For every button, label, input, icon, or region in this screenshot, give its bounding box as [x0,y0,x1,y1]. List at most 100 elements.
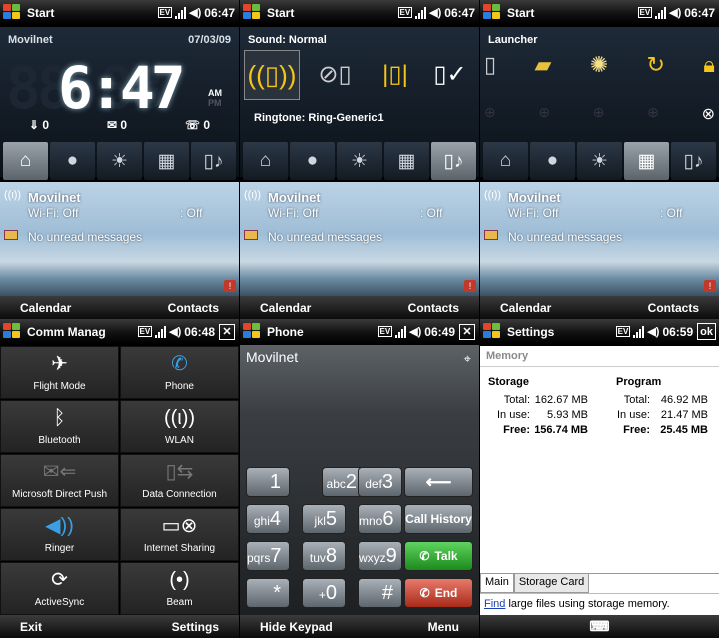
start-label[interactable]: Start [507,6,638,20]
key-star[interactable]: * [246,578,290,608]
wifi-status[interactable]: Wi-Fi: Off [268,206,479,220]
add-slot-icon[interactable]: ⊕ [484,104,496,124]
today-carrier[interactable]: Movilnet [508,190,719,205]
ring-mode-icon[interactable]: ((▯)) [244,50,300,100]
clock-label[interactable]: 06:48 [184,325,215,339]
hide-keypad-softkey[interactable]: Hide Keypad [260,620,333,634]
contacts-softkey[interactable]: Contacts [168,301,219,315]
bluetooth-status[interactable]: : Off [660,206,682,220]
key-3[interactable]: def3 [358,467,402,497]
today-carrier[interactable]: Movilnet [28,190,239,205]
contacts-icon[interactable]: ● [530,142,575,180]
end-button[interactable]: ✆ End [404,578,473,608]
bluetooth-toggle[interactable]: ᛒ Bluetooth [0,400,119,453]
add-slot-icon[interactable]: ⊕ [593,104,605,124]
phone-shortcut-icon[interactable]: ▯ [484,52,496,78]
notification-icon[interactable]: ! [704,280,716,292]
clock-label[interactable]: 06:47 [444,6,475,20]
keyboard-icon[interactable]: ⌨ [589,618,609,635]
clock-label[interactable]: 06:47 [204,6,235,20]
sound-profile-icon[interactable]: ▯♪ [191,142,236,180]
messages-status[interactable]: No unread messages [508,230,719,244]
speaker-icon[interactable]: ◀) [189,6,201,19]
windows-start-icon[interactable] [243,3,263,22]
phone-toggle[interactable]: ✆ Phone [120,346,239,399]
close-button[interactable]: ✕ [219,323,235,340]
speaker-icon[interactable]: ◀) [429,6,441,19]
add-slot-icon[interactable]: ⊕ [538,104,550,124]
windows-start-icon[interactable] [3,322,23,341]
windows-start-icon[interactable] [483,322,503,341]
notification-icon[interactable]: ! [464,280,476,292]
contacts-softkey[interactable]: Contacts [648,301,699,315]
talk-button[interactable]: ✆ Talk [404,541,473,571]
auto-mode-icon[interactable]: ▯✓ [425,50,475,100]
tab-storage-card[interactable]: Storage Card [513,574,590,593]
sound-profile-icon[interactable]: ▯♪ [431,142,476,180]
find-link[interactable]: Find [484,598,505,610]
clock-label[interactable]: 06:59 [662,325,693,339]
folder-shortcut-icon[interactable]: ▰ [534,52,551,78]
key-8[interactable]: tuv8 [302,541,346,571]
launcher-icon[interactable]: ▦ [144,142,189,180]
menu-softkey[interactable]: Menu [428,620,459,634]
lock-shortcut-icon[interactable]: 🔒︎ [703,52,715,78]
windows-start-icon[interactable] [483,3,503,22]
windows-start-icon[interactable] [243,322,263,341]
notification-icon[interactable]: ! [224,280,236,292]
missed-calls-count[interactable]: ☏ 0 [185,118,210,132]
windows-start-icon[interactable] [3,3,23,22]
key-7[interactable]: pqrs7 [246,541,290,571]
speaker-icon[interactable]: ◀) [169,325,181,338]
home-icon[interactable]: ⌂ [3,142,48,180]
sound-profile-icon[interactable]: ▯♪ [671,142,716,180]
sms-count[interactable]: ✉ 0 [107,118,127,132]
crosshair-icon[interactable]: ⌖ [464,351,471,367]
tab-main[interactable]: Main [480,574,514,593]
speaker-icon[interactable]: ◀) [669,6,681,19]
ringer-toggle[interactable]: ◀)) Ringer [0,508,119,561]
beam-toggle[interactable]: (•) Beam [120,562,239,615]
backspace-button[interactable]: ⟵ [404,467,473,497]
key-6[interactable]: mno6 [358,504,402,534]
wifi-status[interactable]: Wi-Fi: Off [508,206,719,220]
launcher-icon[interactable]: ▦ [624,142,669,180]
clock-label[interactable]: 06:49 [424,325,455,339]
direct-push-toggle[interactable]: ✉⇐ Microsoft Direct Push [0,454,119,507]
activesync-toggle[interactable]: ⟳ ActiveSync [0,562,119,615]
speaker-icon[interactable]: ◀) [409,325,421,338]
messages-status[interactable]: No unread messages [268,230,479,244]
ringtone-label[interactable]: Ringtone: Ring-Generic1 [254,112,384,124]
key-hash[interactable]: # [358,578,402,608]
internet-sharing-toggle[interactable]: ▭⊗ Internet Sharing [120,508,239,561]
data-connection-toggle[interactable]: ▯⇆ Data Connection [120,454,239,507]
key-1[interactable]: 1 [246,467,290,497]
wlan-toggle[interactable]: ((ι)) WLAN [120,400,239,453]
start-label[interactable]: Start [267,6,398,20]
messages-status[interactable]: No unread messages [28,230,239,244]
key-5[interactable]: jkl5 [302,504,346,534]
weather-icon[interactable]: ☀ [337,142,382,180]
vibrate-mode-icon[interactable]: |▯| [370,50,420,100]
bluetooth-status[interactable]: : Off [420,206,442,220]
bulb-shortcut-icon[interactable]: ✺ [590,52,608,78]
key-0[interactable]: +0 [302,578,346,608]
flight-mode-toggle[interactable]: ✈ Flight Mode [0,346,119,399]
settings-softkey[interactable]: Settings [172,620,219,634]
home-icon[interactable]: ⌂ [483,142,528,180]
bluetooth-status[interactable]: : Off [180,206,202,220]
calendar-softkey[interactable]: Calendar [20,301,71,315]
start-label[interactable]: Start [27,6,158,20]
weather-icon[interactable]: ☀ [97,142,142,180]
rotate-shortcut-icon[interactable]: ↻ [647,52,665,78]
exit-softkey[interactable]: Exit [20,620,42,634]
clock-label[interactable]: 06:47 [684,6,715,20]
contacts-icon[interactable]: ● [290,142,335,180]
home-icon[interactable]: ⌂ [243,142,288,180]
weather-icon[interactable]: ☀ [577,142,622,180]
contacts-softkey[interactable]: Contacts [408,301,459,315]
launcher-icon[interactable]: ▦ [384,142,429,180]
wifi-status[interactable]: Wi-Fi: Off [28,206,239,220]
key-9[interactable]: wxyz9 [358,541,402,571]
call-history-button[interactable]: Call History [404,504,473,534]
